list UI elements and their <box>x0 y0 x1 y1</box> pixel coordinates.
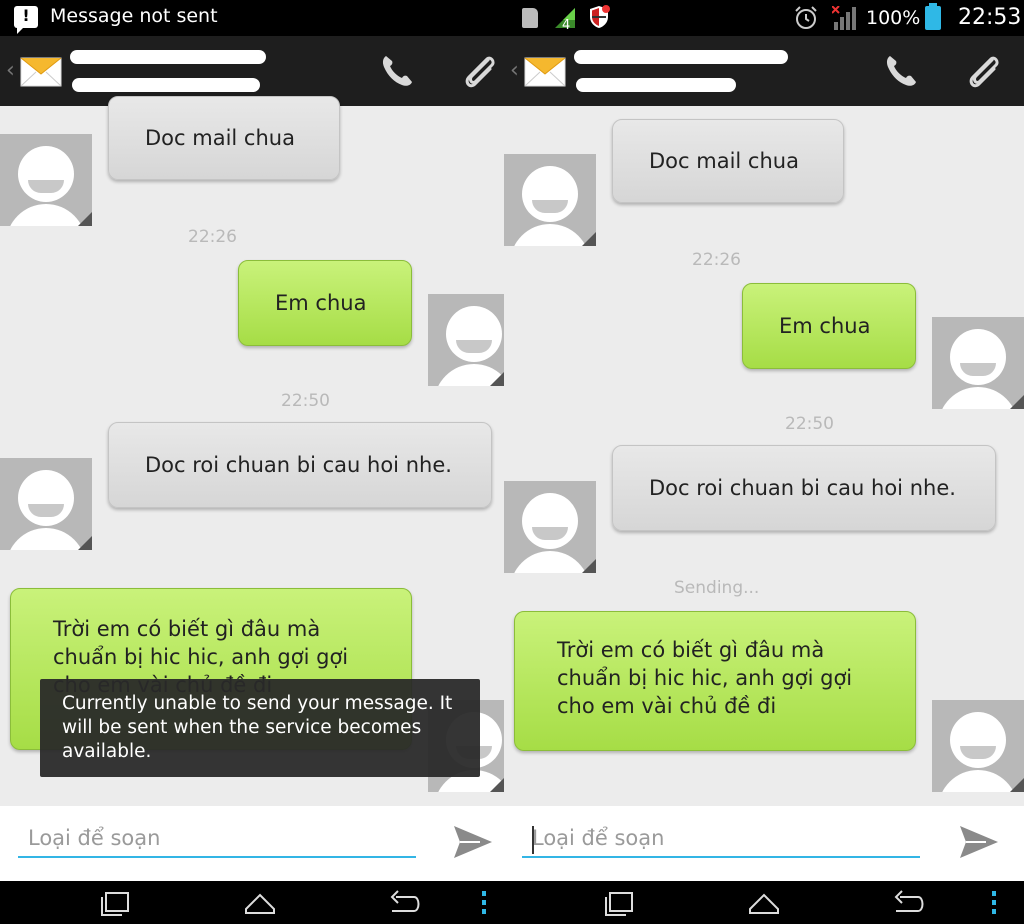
compose-bar <box>0 806 504 881</box>
my-avatar[interactable] <box>428 294 504 386</box>
message-bubble-incoming[interactable]: Doc mail chua <box>612 119 844 203</box>
message-bubble-incoming[interactable]: Doc roi chuan bi cau hoi nhe. <box>108 422 492 508</box>
my-avatar[interactable] <box>932 317 1024 409</box>
message-bubble-incoming[interactable]: Doc roi chuan bi cau hoi nhe. <box>612 445 996 531</box>
back-icon[interactable] <box>386 887 422 919</box>
message-text: Doc mail chua <box>145 126 295 150</box>
home-icon[interactable] <box>746 887 782 919</box>
call-icon[interactable] <box>378 52 416 90</box>
back-icon[interactable] <box>890 887 926 919</box>
compose-input[interactable] <box>18 820 416 858</box>
conversation-pane-left: ‹ Doc mail chua 22:26 Em chua 22:50 Doc … <box>0 36 504 881</box>
message-bubble-outgoing[interactable]: Em chua <box>742 283 916 369</box>
redaction-mark <box>576 78 736 92</box>
back-chevron-icon[interactable]: ‹ <box>6 58 15 83</box>
back-chevron-icon[interactable]: ‹ <box>510 58 519 83</box>
message-text: Doc roi chuan bi cau hoi nhe. <box>649 476 956 500</box>
send-failed-toast: Currently unable to send your message. I… <box>40 679 480 777</box>
recent-apps-icon[interactable] <box>98 887 134 919</box>
sd-card-icon <box>522 8 538 28</box>
contact-avatar[interactable] <box>504 154 596 246</box>
alarm-icon <box>795 6 817 29</box>
signal-4-icon: 4 <box>555 8 575 30</box>
clock: 22:53 <box>958 5 1022 30</box>
compose-input[interactable] <box>522 820 920 858</box>
redaction-mark <box>574 50 788 64</box>
compose-bar <box>504 806 1024 881</box>
sending-status: Sending... <box>674 578 760 598</box>
message-bubble-outgoing[interactable]: Trời em có biết gì đâu mà chuẩn bị hic h… <box>514 611 916 751</box>
message-timestamp: 22:26 <box>188 227 237 247</box>
status-bar: Message not sent 4 100% 22:53 <box>0 0 1024 36</box>
envelope-icon[interactable] <box>20 50 62 92</box>
shield-icon <box>590 5 610 28</box>
paperclip-icon[interactable] <box>460 52 500 92</box>
redaction-mark <box>72 78 260 92</box>
battery-icon <box>925 3 941 30</box>
envelope-icon[interactable] <box>524 50 566 92</box>
contact-avatar[interactable] <box>0 134 92 226</box>
contact-avatar[interactable] <box>504 481 596 573</box>
message-text: Doc roi chuan bi cau hoi nhe. <box>145 453 452 477</box>
message-timestamp: 22:26 <box>692 250 741 270</box>
text-cursor <box>532 826 534 854</box>
battery-percent: 100% <box>866 7 921 29</box>
message-timestamp: 22:50 <box>281 391 330 411</box>
contact-avatar[interactable] <box>0 458 92 550</box>
home-icon[interactable] <box>242 887 278 919</box>
conversation-pane-right: ‹ Doc mail chua 22:26 Em chua 22:50 Doc … <box>504 36 1024 881</box>
menu-icon[interactable] <box>474 887 494 919</box>
message-list[interactable]: Doc mail chua 22:26 Em chua 22:50 Doc ro… <box>504 106 1024 806</box>
call-icon[interactable] <box>882 52 920 90</box>
alert-icon <box>14 6 38 34</box>
my-avatar[interactable] <box>932 700 1024 792</box>
paperclip-icon[interactable] <box>964 52 1004 92</box>
signal-badge: 4 <box>562 18 570 30</box>
send-icon[interactable] <box>450 820 494 864</box>
message-text: Em chua <box>275 291 367 315</box>
message-timestamp: 22:50 <box>785 414 834 434</box>
message-text: Doc mail chua <box>649 149 799 173</box>
message-bubble-outgoing[interactable]: Em chua <box>238 260 412 346</box>
send-icon[interactable] <box>956 820 1000 864</box>
cell-signal-icon <box>832 6 856 30</box>
action-bar: ‹ <box>504 36 1024 106</box>
message-bubble-incoming[interactable]: Doc mail chua <box>108 96 340 180</box>
menu-icon[interactable] <box>984 887 1004 919</box>
recent-apps-icon[interactable] <box>602 887 638 919</box>
navigation-bar <box>0 881 1024 924</box>
redaction-mark <box>70 50 266 64</box>
message-text: Em chua <box>779 314 871 338</box>
message-text: Trời em có biết gì đâu mà chuẩn bị hic h… <box>557 638 853 718</box>
notification-text: Message not sent <box>50 5 218 27</box>
